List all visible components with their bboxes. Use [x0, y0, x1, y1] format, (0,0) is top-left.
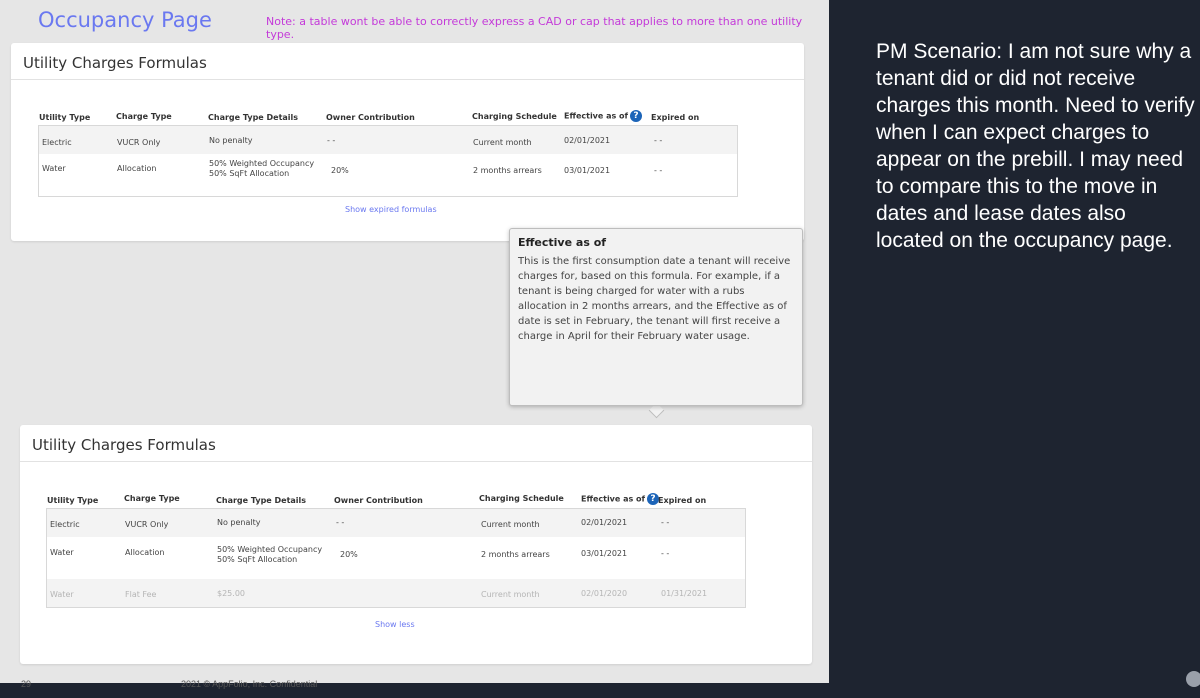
effective-as-of-tooltip: Effective as of This is the first consum… — [509, 228, 803, 406]
formulas-table: Electric VUCR Only No penalty - - Curren… — [46, 508, 746, 608]
col-header-charge-type-details: Charge Type Details — [208, 113, 299, 122]
cell-charging-schedule: Current month — [473, 138, 532, 147]
cell-charge-details: 50% Weighted Occupancy — [217, 545, 323, 554]
col-header-utility-type: Utility Type — [39, 113, 91, 122]
tooltip-title: Effective as of — [518, 236, 607, 249]
cell-expired-on: - - — [654, 166, 663, 175]
utility-formulas-card-top: Utility Charges Formulas Utility Type Ch… — [11, 43, 804, 241]
cell-utility-type: Electric — [50, 520, 80, 529]
cell-charge-type: VUCR Only — [117, 138, 161, 147]
utility-formulas-card-bottom: Utility Charges Formulas Utility Type Ch… — [20, 425, 812, 664]
table-row: Electric VUCR Only No penalty - - Curren… — [47, 509, 745, 537]
col-header-charge-type-details: Charge Type Details — [216, 496, 307, 505]
cell-effective-as-of: 02/01/2021 — [581, 518, 628, 527]
cell-effective-as-of: 03/01/2021 — [564, 166, 611, 175]
col-header-owner-contribution: Owner Contribution — [334, 496, 423, 505]
col-header-charge-type: Charge Type — [124, 494, 180, 503]
cell-expired-on: - - — [661, 549, 670, 558]
table-row: Electric VUCR Only No penalty - - Curren… — [39, 126, 737, 154]
cell-expired-on: 01/31/2021 — [661, 589, 708, 598]
table-row: Water Allocation 50% Weighted Occupancy … — [47, 537, 745, 579]
col-header-label: Effective as of — [564, 111, 629, 121]
col-header-expired-on: Expired on — [651, 113, 700, 122]
slide-page-number: 29 — [21, 679, 32, 689]
cell-utility-type: Water — [50, 548, 74, 557]
table-row: Water Allocation 50% Weighted Occupancy … — [39, 154, 737, 196]
col-header-utility-type: Utility Type — [47, 496, 99, 505]
col-header-label: Effective as of — [581, 494, 646, 504]
cell-utility-type: Water — [50, 590, 74, 599]
cell-charge-type: Allocation — [125, 548, 165, 557]
col-header-charge-type: Charge Type — [116, 112, 172, 121]
cell-charge-type: Allocation — [117, 164, 157, 173]
question-circle-icon[interactable]: ? — [630, 110, 643, 122]
cell-owner-contribution: 20% — [331, 166, 349, 175]
cell-effective-as-of: 03/01/2021 — [581, 549, 628, 558]
cell-charge-details: $25.00 — [217, 589, 245, 598]
cell-charging-schedule: Current month — [481, 520, 540, 529]
show-expired-formulas-link[interactable]: Show expired formulas — [345, 205, 437, 214]
table-row-expired: Water Flat Fee $25.00 Current month 02/0… — [47, 579, 745, 607]
cell-owner-contribution: - - — [336, 518, 345, 527]
cell-utility-type: Electric — [42, 138, 72, 147]
card-title: Utility Charges Formulas — [23, 54, 207, 72]
cell-charging-schedule: 2 months arrears — [473, 166, 542, 175]
card-divider — [20, 461, 812, 462]
cell-expired-on: - - — [661, 518, 670, 527]
note-text: Note: a table wont be able to correctly … — [266, 15, 803, 41]
page-title: Occupancy Page — [38, 8, 212, 32]
col-header-expired-on: Expired on — [658, 496, 707, 505]
col-header-owner-contribution: Owner Contribution — [326, 113, 415, 122]
cell-owner-contribution: 20% — [340, 550, 358, 559]
cell-charge-details: 50% SqFt Allocation — [209, 169, 290, 178]
footer-copyright: 2021 © AppFolio, Inc. Confidential — [181, 679, 318, 689]
col-header-charging-schedule: Charging Schedule — [479, 494, 564, 503]
cell-charge-type: Flat Fee — [125, 590, 157, 599]
cell-charge-details: No penalty — [217, 518, 261, 527]
card-divider — [11, 79, 804, 80]
cell-charge-details: 50% SqFt Allocation — [217, 555, 298, 564]
cell-utility-type: Water — [42, 164, 66, 173]
col-header-effective-as-of: Effective as of? — [581, 493, 660, 505]
cell-charging-schedule: 2 months arrears — [481, 550, 550, 559]
cell-charging-schedule: Current month — [481, 590, 540, 599]
cell-charge-details: 50% Weighted Occupancy — [209, 159, 315, 168]
pm-scenario-text: PM Scenario: I am not sure why a tenant … — [876, 40, 1195, 252]
col-header-effective-as-of: Effective as of? — [564, 110, 643, 122]
cell-expired-on: - - — [654, 136, 663, 145]
card-title: Utility Charges Formulas — [32, 436, 216, 454]
slide: Occupancy Page Note: a table wont be abl… — [0, 0, 829, 683]
cell-charge-type: VUCR Only — [125, 520, 169, 529]
cell-effective-as-of: 02/01/2021 — [564, 136, 611, 145]
cell-charge-details: No penalty — [209, 136, 253, 145]
cell-owner-contribution: - - — [327, 136, 336, 145]
cell-effective-as-of: 02/01/2020 — [581, 589, 628, 598]
col-header-charging-schedule: Charging Schedule — [472, 112, 557, 121]
tooltip-body: This is the first consumption date a ten… — [518, 256, 791, 342]
formulas-table: Electric VUCR Only No penalty - - Curren… — [38, 125, 738, 197]
show-less-link[interactable]: Show less — [375, 620, 415, 629]
corner-logo-icon — [1186, 671, 1200, 687]
